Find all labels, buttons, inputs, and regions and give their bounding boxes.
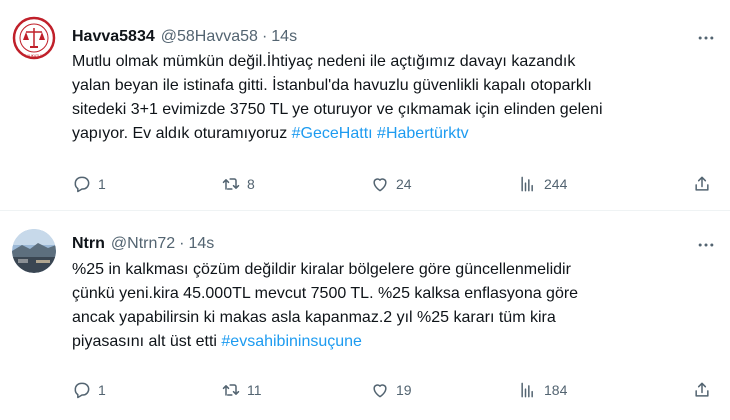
tweet-header: Ntrn @Ntrn72 · 14s	[72, 232, 214, 256]
like-button[interactable]: 19	[370, 378, 412, 402]
like-button[interactable]: 24	[370, 172, 412, 196]
tweet-text-segment: çünkü yeni.kira 45.000TL mevcut 7500 TL.…	[72, 285, 579, 302]
more-options-button[interactable]	[694, 26, 718, 50]
retweet-icon	[222, 384, 240, 396]
tweet-text-segment: yapıyor. Ev aldık oturamıyoruz	[72, 125, 292, 142]
tweet-text-line: Mutlu olmak mümkün değil.İhtiyaç nedeni …	[72, 50, 712, 74]
display-name[interactable]: Havva5834	[72, 28, 155, 46]
retweet-button[interactable]: 8	[221, 172, 255, 196]
tweet-text-segment: ancak yapabilirsin ki makas asla kapanma…	[72, 309, 556, 326]
tweet-actions: 1 11 19 184	[72, 378, 722, 402]
tweet-text-line: piyasasını alt üst etti #evsahibininsuçu…	[72, 330, 712, 354]
timestamp[interactable]: 14s	[271, 28, 297, 46]
avatar[interactable]	[12, 229, 56, 273]
avatar[interactable]: AVUKATLIK	[12, 16, 56, 60]
tweet-text-line: %25 in kalkması çözüm değildir kiralar b…	[72, 258, 712, 282]
share-icon	[695, 176, 709, 191]
tweet[interactable]: AVUKATLIK Havva5834 @58Havva58 · 14s Mut…	[0, 0, 730, 211]
more-icon	[698, 36, 714, 40]
user-handle[interactable]: @Ntrn72	[111, 235, 175, 253]
reply-count: 1	[98, 176, 106, 192]
tweet-text-line: sitedeki 3+1 evimizde 3750 TL ye oturuyo…	[72, 98, 712, 122]
separator-dot: ·	[261, 28, 268, 45]
tweet-text-segment: piyasasını alt üst etti	[72, 333, 222, 350]
views-icon	[521, 382, 533, 398]
views-icon	[521, 176, 533, 192]
like-icon	[373, 384, 387, 398]
separator-dot: ·	[179, 235, 185, 252]
tweet-text-segment: %25 in kalkması çözüm değildir kiralar b…	[72, 261, 571, 278]
retweet-icon	[222, 178, 240, 190]
retweet-count: 8	[247, 176, 255, 192]
reply-button[interactable]: 1	[72, 172, 106, 196]
svg-text:AVUKATLIK: AVUKATLIK	[25, 54, 45, 58]
tweet-actions: 1 8 24 244	[72, 172, 722, 196]
display-name[interactable]: Ntrn	[72, 235, 105, 253]
tweet[interactable]: Ntrn @Ntrn72 · 14s %25 in kalkması çözüm…	[0, 212, 730, 420]
view-count: 184	[544, 382, 568, 398]
view-count: 244	[544, 176, 568, 192]
more-options-button[interactable]	[694, 233, 718, 257]
tweet-text-segment: Mutlu olmak mümkün değil.İhtiyaç nedeni …	[72, 53, 576, 70]
like-count: 19	[396, 382, 412, 398]
like-icon	[373, 178, 387, 192]
reply-button[interactable]: 1	[72, 378, 106, 402]
views-button[interactable]: 244	[518, 172, 567, 196]
hashtag-link[interactable]: #evsahibininsuçune	[221, 333, 362, 350]
reply-icon	[74, 176, 90, 193]
tweet-text-segment: sitedeki 3+1 evimizde 3750 TL ye oturuyo…	[72, 101, 603, 118]
retweet-button[interactable]: 11	[221, 378, 262, 402]
landscape-photo-avatar	[12, 229, 56, 273]
share-button[interactable]	[692, 378, 712, 402]
reply-icon	[74, 382, 90, 399]
more-icon	[698, 243, 714, 247]
views-button[interactable]: 184	[518, 378, 567, 402]
hashtag-link[interactable]: #GeceHattı	[292, 125, 373, 142]
tweet-text-line: yalan beyan ile istinafa gitti. İstanbul…	[72, 74, 712, 98]
tweet-text-line: ancak yapabilirsin ki makas asla kapanma…	[72, 306, 712, 330]
hashtag-link[interactable]: #Habertürktv	[377, 125, 469, 142]
tweet-text-line: yapıyor. Ev aldık oturamıyoruz #GeceHatt…	[72, 122, 712, 146]
reply-count: 1	[98, 382, 106, 398]
timestamp[interactable]: 14s	[188, 235, 214, 253]
tweet-text-line: çünkü yeni.kira 45.000TL mevcut 7500 TL.…	[72, 282, 712, 306]
share-icon	[695, 382, 709, 397]
like-count: 24	[396, 176, 412, 192]
tweet-text: Mutlu olmak mümkün değil.İhtiyaç nedeni …	[72, 50, 712, 146]
tweet-text: %25 in kalkması çözüm değildir kiralar b…	[72, 258, 712, 354]
tweet-header: Havva5834 @58Havva58 · 14s	[72, 25, 297, 49]
user-handle[interactable]: @58Havva58	[161, 28, 258, 46]
law-office-logo-avatar: AVUKATLIK	[12, 16, 56, 60]
retweet-count: 11	[247, 382, 262, 398]
share-button[interactable]	[692, 172, 712, 196]
tweet-text-segment: yalan beyan ile istinafa gitti. İstanbul…	[72, 77, 592, 94]
